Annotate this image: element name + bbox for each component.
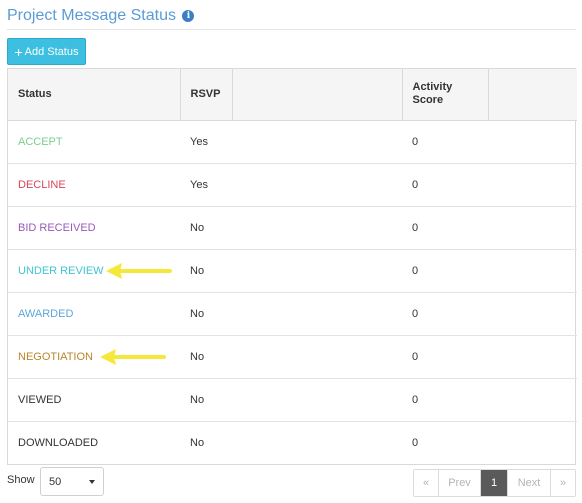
actions-cell xyxy=(488,249,577,293)
add-status-button[interactable]: + Add Status xyxy=(7,38,86,65)
show-label: Show xyxy=(7,474,35,486)
column-header-activity-score[interactable]: Activity Score xyxy=(402,69,489,121)
page-header: Project Message Status i xyxy=(7,6,576,30)
status-cell: NEGOTIATION xyxy=(8,335,180,379)
rsvp-cell: Yes xyxy=(180,163,232,207)
status-label[interactable]: UNDER REVIEW xyxy=(18,265,104,277)
table-row[interactable]: UNDER REVIEW No 0 xyxy=(8,249,577,293)
blank-cell xyxy=(232,163,402,207)
page-size-select[interactable]: 50 xyxy=(40,467,104,496)
yellow-arrow-icon xyxy=(106,262,172,279)
column-header-blank xyxy=(232,69,403,121)
actions-cell xyxy=(488,335,577,379)
actions-cell xyxy=(488,163,577,207)
table-row[interactable]: AWARDED No 0 xyxy=(8,292,577,336)
column-header-actions xyxy=(488,69,577,121)
status-cell: UNDER REVIEW xyxy=(8,249,180,293)
actions-cell xyxy=(488,292,577,336)
activity-score-cell: 0 xyxy=(402,378,488,422)
status-label[interactable]: DECLINE xyxy=(18,179,66,191)
rsvp-cell: No xyxy=(180,378,232,422)
add-status-label: Add Status xyxy=(24,45,79,58)
rsvp-cell: No xyxy=(180,335,232,379)
status-cell: AWARDED xyxy=(8,292,180,336)
pagination: « Prev 1 Next » xyxy=(413,469,576,497)
activity-score-cell: 0 xyxy=(412,436,419,449)
status-label[interactable]: AWARDED xyxy=(18,308,73,320)
activity-score-cell: 0 xyxy=(402,292,488,336)
status-cell: BID RECEIVED xyxy=(8,206,180,250)
table-row[interactable]: VIEWED No 0 xyxy=(8,378,577,422)
first-page-button[interactable]: « xyxy=(414,470,439,496)
status-cell: VIEWED xyxy=(8,378,180,422)
blank-cell xyxy=(232,120,402,164)
status-cell: DOWNLOADED xyxy=(8,421,180,464)
prev-page-button[interactable]: Prev xyxy=(439,470,481,496)
current-page-button[interactable]: 1 xyxy=(481,470,508,496)
blank-cell xyxy=(232,249,402,293)
last-page-button[interactable]: » xyxy=(551,470,575,496)
rsvp-cell: Yes xyxy=(180,120,232,164)
actions-cell xyxy=(488,206,577,250)
blank-cell xyxy=(232,421,402,464)
blank-cell xyxy=(232,206,402,250)
rsvp-cell: No xyxy=(180,292,232,336)
table-footer: Show 50 « Prev 1 Next » xyxy=(0,466,582,498)
activity-score-cell: 0 xyxy=(402,206,488,250)
plus-icon: + xyxy=(14,43,23,60)
column-header-rsvp[interactable]: RSVP xyxy=(180,69,233,121)
rsvp-cell: No xyxy=(180,249,232,293)
activity-score-cell: 0 xyxy=(402,249,488,293)
blank-cell xyxy=(232,335,402,379)
status-table: Status RSVP Activity Score ACCEPT Yes 0 DEC… xyxy=(7,68,577,465)
table-row[interactable]: NEGOTIATION No 0 xyxy=(8,335,577,379)
chevron-down-icon xyxy=(89,480,95,484)
column-header-status[interactable]: Status xyxy=(8,69,181,121)
activity-score-cell: 0 xyxy=(402,163,488,207)
activity-score-cell: 0 xyxy=(402,120,488,164)
table-row[interactable]: ACCEPT Yes 0 xyxy=(8,120,577,164)
status-label[interactable]: DOWNLOADED xyxy=(18,437,98,449)
table-row[interactable]: DOWNLOADED No 0 xyxy=(8,421,577,464)
table-row[interactable]: DECLINE Yes 0 xyxy=(8,163,577,207)
info-icon[interactable]: i xyxy=(182,10,195,22)
page-size-value: 50 xyxy=(49,475,62,488)
status-label[interactable]: NEGOTIATION xyxy=(18,351,93,363)
status-label[interactable]: BID RECEIVED xyxy=(18,222,96,234)
yellow-arrow-icon xyxy=(100,348,166,365)
actions-cell xyxy=(488,378,577,422)
actions-cell xyxy=(488,421,577,464)
actions-cell xyxy=(488,120,577,164)
table-header-row: Status RSVP Activity Score xyxy=(8,69,577,121)
next-page-button[interactable]: Next xyxy=(508,470,551,496)
blank-cell xyxy=(232,378,402,422)
status-cell: DECLINE xyxy=(8,163,180,207)
status-cell: ACCEPT xyxy=(8,120,180,164)
activity-score-cell: 0 xyxy=(402,335,488,379)
status-label[interactable]: VIEWED xyxy=(18,394,61,406)
rsvp-cell: No xyxy=(180,206,232,250)
status-label[interactable]: ACCEPT xyxy=(18,136,63,148)
page-title: Project Message Status xyxy=(7,7,176,24)
rsvp-cell: No xyxy=(190,436,205,449)
blank-cell xyxy=(232,292,402,336)
table-row[interactable]: BID RECEIVED No 0 xyxy=(8,206,577,250)
